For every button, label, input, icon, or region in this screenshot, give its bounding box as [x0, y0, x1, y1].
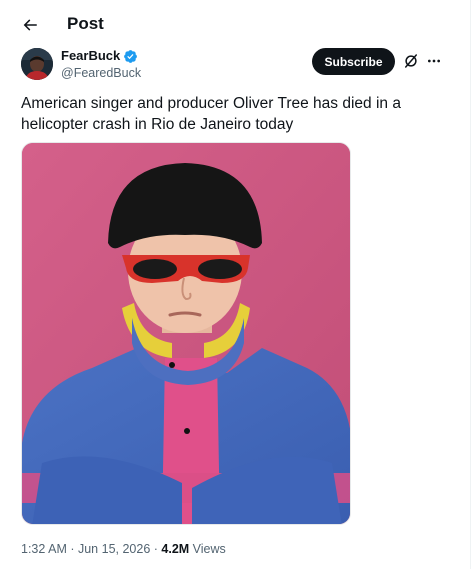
- back-button[interactable]: [14, 9, 46, 41]
- page-title: Post: [67, 14, 104, 33]
- more-horizontal-icon[interactable]: [425, 52, 443, 70]
- post-page: Post FearBuck @FearedBuck Subscribe Amer…: [0, 0, 471, 569]
- display-name[interactable]: FearBuck: [61, 48, 120, 64]
- photo-image: [22, 143, 350, 524]
- verified-badge-icon[interactable]: [123, 49, 138, 64]
- post-meta: 1:32 AM · Jun 15, 2026 · 4.2M Views: [21, 541, 226, 557]
- meta-separator: ·: [150, 542, 162, 556]
- grok-icon[interactable]: [402, 52, 420, 70]
- views-label: Views: [192, 542, 226, 556]
- top-bar: Post: [0, 0, 470, 50]
- subscribe-button[interactable]: Subscribe: [312, 48, 395, 75]
- more-dots-icon: [428, 59, 440, 63]
- arrow-left-icon: [23, 19, 37, 31]
- user-handle[interactable]: @FearedBuck: [61, 65, 141, 81]
- views-count: 4.2M: [161, 542, 190, 556]
- tweet-photo[interactable]: [21, 142, 351, 525]
- post-time[interactable]: 1:32 AM: [21, 542, 67, 556]
- name-row: FearBuck: [61, 48, 138, 64]
- meta-separator: ·: [66, 542, 78, 556]
- post-date[interactable]: Jun 15, 2026: [78, 542, 150, 556]
- avatar-image: [21, 48, 53, 80]
- avatar[interactable]: [21, 48, 53, 80]
- tweet-text: American singer and producer Oliver Tree…: [21, 95, 401, 133]
